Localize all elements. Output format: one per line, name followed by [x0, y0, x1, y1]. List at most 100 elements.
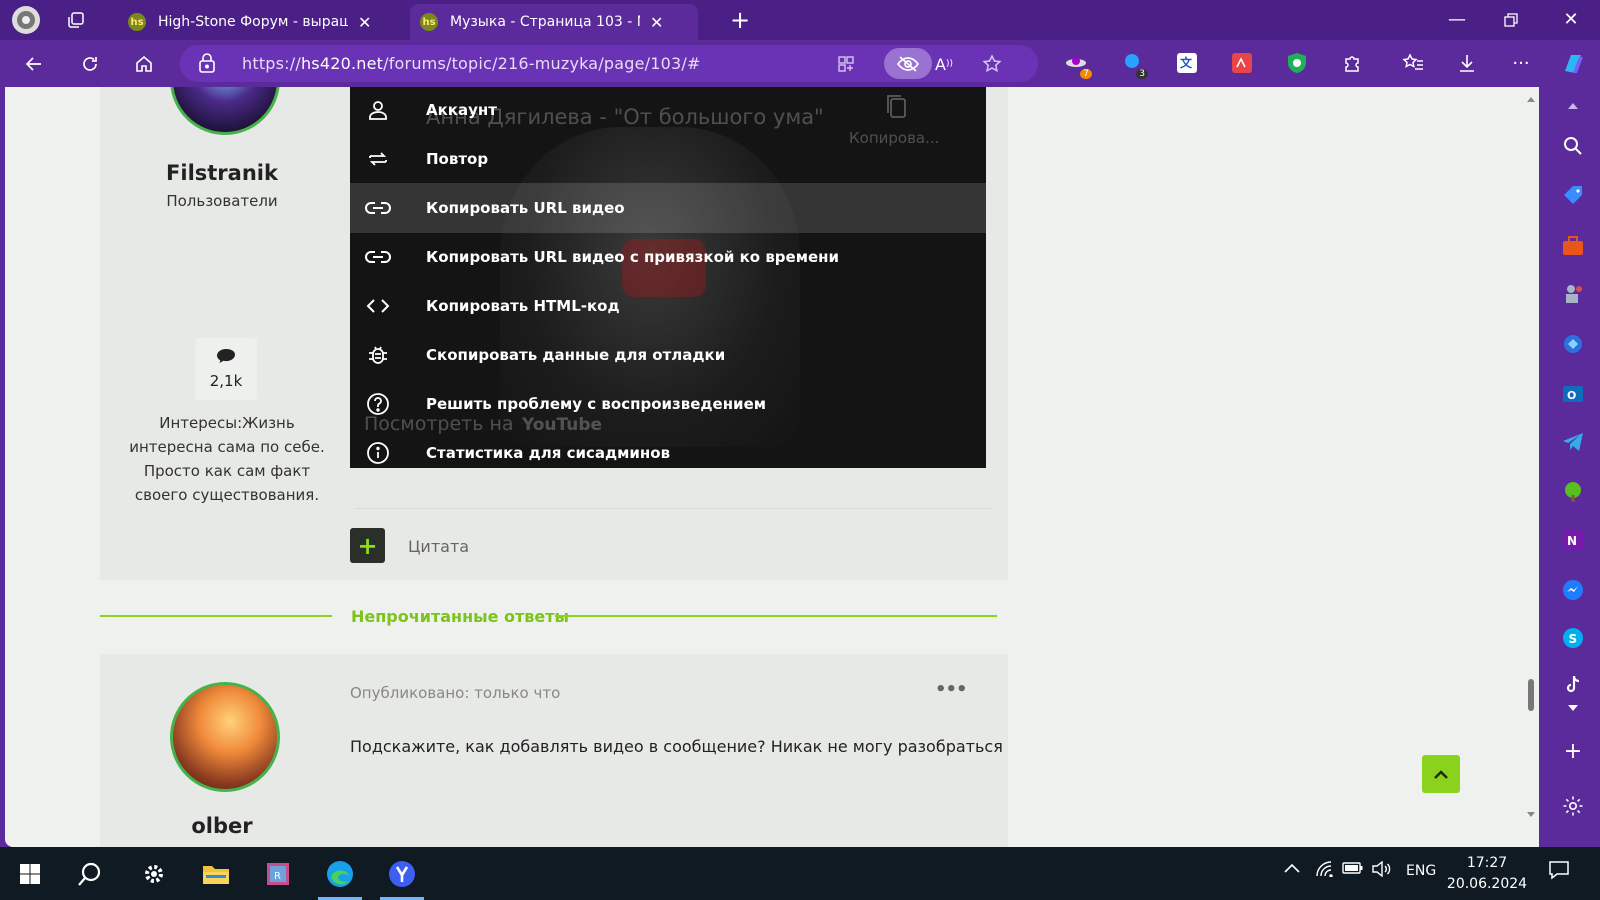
tracking-prevention-button[interactable]	[884, 48, 932, 79]
quote-label[interactable]: Цитата	[408, 537, 469, 556]
url-text[interactable]: https://hs420.net/forums/topic/216-muzyk…	[242, 54, 701, 73]
published-time: Опубликовано: только что	[350, 684, 561, 702]
sidebar-search-icon[interactable]	[1560, 133, 1586, 159]
file-explorer-icon[interactable]	[188, 847, 244, 900]
favorites-list-icon[interactable]	[1400, 50, 1426, 76]
tab-title: High-Stone Форум - выращивание	[158, 14, 348, 30]
scroll-down-icon[interactable]	[1526, 811, 1536, 819]
menu-item-label: Копировать URL видео с привязкой ко врем…	[426, 248, 840, 266]
svg-text:N: N	[1567, 534, 1577, 548]
sidebar-shopping-icon[interactable]	[1560, 183, 1586, 209]
search-icon[interactable]	[62, 847, 118, 900]
menu-item-copy-url[interactable]: Копировать URL видео	[350, 183, 986, 233]
scrollbar-thumb[interactable]	[1528, 679, 1534, 711]
unread-replies-label[interactable]: Непрочитанные ответы	[351, 607, 569, 626]
comment-icon	[217, 349, 235, 363]
post-options-icon[interactable]: •••	[935, 679, 968, 700]
restore-button[interactable]	[1488, 6, 1534, 34]
user-role: Пользователи	[166, 192, 278, 210]
home-button[interactable]	[128, 48, 160, 80]
sidebar-scroll-up-icon[interactable]	[1560, 93, 1586, 119]
menu-item-troubleshoot[interactable]: Решить проблему с воспроизведением	[350, 379, 986, 429]
sidebar-onenote-icon[interactable]: N	[1560, 527, 1586, 553]
post-username[interactable]: olber	[100, 814, 344, 838]
menu-item-copy-debug[interactable]: Скопировать данные для отладки	[350, 330, 986, 380]
link-icon	[350, 250, 406, 264]
menu-item-copy-embed[interactable]: Копировать HTML-код	[350, 281, 986, 331]
clock-time: 17:27	[1466, 855, 1508, 871]
tab-music[interactable]: hs Музыка - Страница 103 - Медиа ✕	[410, 4, 698, 40]
address-bar[interactable]: https://hs420.net/forums/topic/216-muzyk…	[180, 45, 1038, 82]
shield-extension-icon[interactable]	[1284, 50, 1310, 76]
account-icon	[350, 99, 406, 121]
page-scrollbar[interactable]	[1523, 87, 1539, 847]
user-avatar[interactable]	[170, 682, 280, 792]
app-available-icon[interactable]	[830, 48, 862, 80]
edge-taskbar-icon[interactable]	[312, 847, 368, 900]
sidebar-tree-icon[interactable]	[1560, 479, 1586, 505]
yandex-browser-icon[interactable]	[374, 847, 430, 900]
sidebar-messenger-icon[interactable]	[1560, 577, 1586, 603]
close-tab-icon[interactable]: ✕	[650, 13, 663, 32]
clock[interactable]: 17:27 20.06.2024	[1444, 853, 1530, 895]
svg-text:文: 文	[1180, 55, 1193, 70]
sidebar-skype-icon[interactable]: S	[1560, 625, 1586, 651]
settings-gear-icon[interactable]	[126, 847, 182, 900]
close-tab-icon[interactable]: ✕	[358, 13, 371, 32]
language-indicator[interactable]: ENG	[1406, 863, 1436, 879]
network-icon[interactable]	[1316, 861, 1334, 881]
quote-plus-button[interactable]: +	[350, 528, 385, 563]
sidebar-outlook-icon[interactable]: O	[1560, 381, 1586, 407]
start-button[interactable]	[2, 847, 58, 900]
sidebar-copilot-icon[interactable]	[1560, 331, 1586, 357]
favorite-star-icon[interactable]	[976, 48, 1008, 80]
menu-item-label: Решить проблему с воспроизведением	[426, 395, 767, 413]
menu-item-label: Аккаунт	[426, 101, 497, 119]
windows-taskbar: R ENG 17:27 20.06.2024	[0, 847, 1600, 900]
downloads-icon[interactable]	[1454, 50, 1480, 76]
scroll-up-icon[interactable]	[1526, 95, 1536, 103]
extension-badge: 7	[1080, 69, 1092, 79]
tray-chevron-icon[interactable]	[1284, 861, 1300, 877]
refresh-button[interactable]	[74, 48, 106, 80]
menu-item-copy-url-time[interactable]: Копировать URL видео с привязкой ко врем…	[350, 232, 986, 282]
svg-text:O: O	[1567, 389, 1576, 402]
notifications-icon[interactable]	[1548, 859, 1570, 885]
profile-avatar[interactable]	[10, 4, 42, 36]
sidebar-scroll-down-icon[interactable]	[1560, 695, 1586, 721]
lock-icon[interactable]	[198, 52, 216, 78]
svg-text:R: R	[274, 871, 281, 882]
read-aloud-icon[interactable]: A))	[928, 48, 960, 80]
sidebar-telegram-icon[interactable]	[1560, 429, 1586, 455]
volume-icon[interactable]	[1372, 860, 1392, 881]
pdf-extension-icon[interactable]	[1229, 50, 1255, 76]
tab-high-stone[interactable]: hs High-Stone Форум - выращивание ✕	[118, 4, 406, 40]
menu-item-account[interactable]: Аккаунт	[350, 87, 986, 135]
help-icon	[350, 392, 406, 416]
extension-bluebird-icon[interactable]: 3	[1119, 50, 1148, 79]
extensions-puzzle-icon[interactable]	[1339, 50, 1365, 76]
battery-icon[interactable]	[1342, 861, 1364, 879]
new-tab-button[interactable]: +	[724, 4, 756, 36]
close-window-button[interactable]: ✕	[1548, 6, 1594, 34]
divider-right	[555, 615, 997, 617]
post-username[interactable]: Filstranik	[100, 161, 344, 185]
archive-app-icon[interactable]: R	[250, 847, 306, 900]
user-avatar[interactable]	[170, 87, 280, 135]
sidebar-add-icon[interactable]: +	[1560, 738, 1586, 764]
back-button[interactable]	[18, 48, 50, 80]
menu-item-stats[interactable]: Статистика для сисадминов	[350, 428, 986, 468]
copilot-icon[interactable]	[1558, 48, 1590, 80]
youtube-embed[interactable]: Анна Дягилева - "От большого ума" Копиро…	[350, 87, 986, 468]
scroll-to-top-button[interactable]	[1422, 755, 1460, 793]
repeat-icon	[350, 148, 406, 170]
sidebar-settings-icon[interactable]	[1560, 793, 1586, 819]
sidebar-tools-icon[interactable]	[1560, 233, 1586, 259]
minimize-button[interactable]: —	[1434, 6, 1480, 34]
menu-item-repeat[interactable]: Повтор	[350, 134, 986, 184]
translate-extension-icon[interactable]: 文	[1174, 50, 1200, 76]
workspaces-icon[interactable]	[60, 4, 92, 36]
extension-ufo-icon[interactable]: 7	[1064, 50, 1092, 79]
sidebar-games-icon[interactable]	[1560, 281, 1586, 307]
more-menu-icon[interactable]: ···	[1508, 50, 1534, 76]
